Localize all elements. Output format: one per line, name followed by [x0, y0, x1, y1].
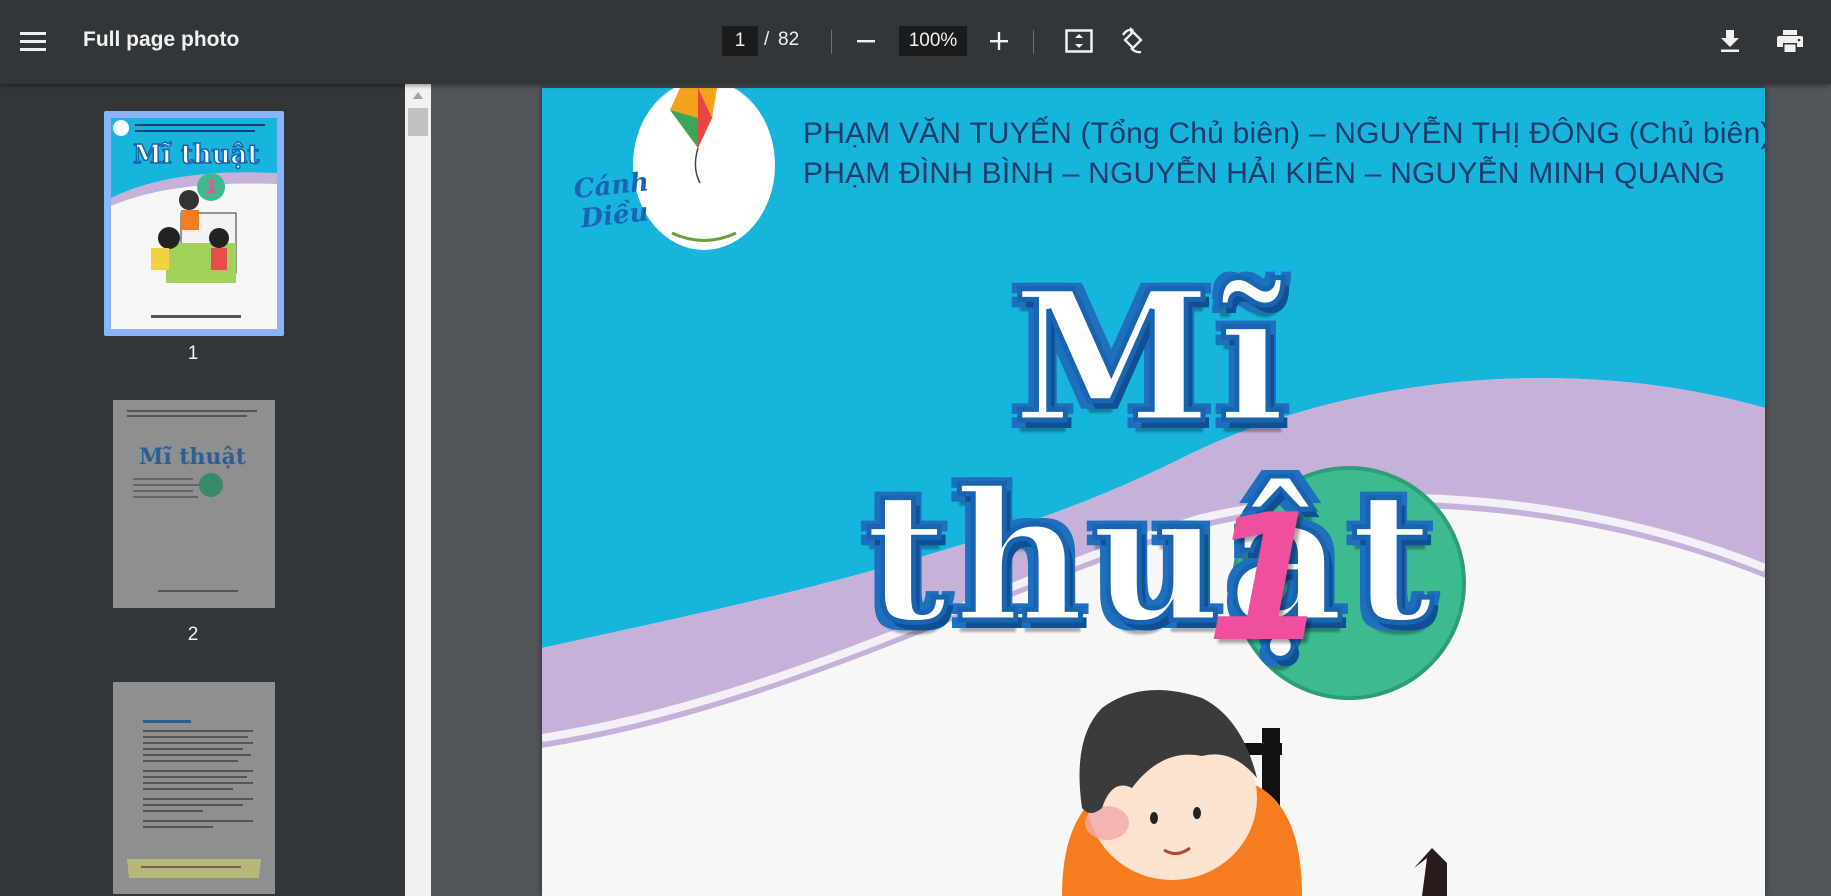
print-button[interactable] — [1770, 21, 1810, 61]
authors-block: PHẠM VĂN TUYẾN (Tổng Chủ biên) – NGUYỄN … — [803, 114, 1765, 194]
thumb-grade-number: 1 — [205, 176, 217, 198]
page-separator: / — [764, 29, 770, 50]
publisher-logo: Cánh Diều — [572, 167, 651, 235]
cover-thumbnail: Mĩ thuật 1 — [111, 118, 277, 329]
document-title: Full page photo — [83, 28, 240, 51]
authors-line-1: PHẠM VĂN TUYẾN (Tổng Chủ biên) – NGUYỄN … — [803, 117, 1765, 150]
thumb-page2-title: Mĩ thuật — [139, 444, 246, 470]
fit-to-page-icon — [1065, 29, 1093, 53]
plus-icon — [990, 32, 1008, 50]
rotate-icon — [1121, 27, 1143, 54]
scrollbar-thumb[interactable] — [408, 108, 428, 136]
sidebar-scrollbar[interactable] — [405, 84, 431, 896]
page-total: 82 — [778, 29, 800, 50]
zoom-input[interactable] — [899, 26, 967, 56]
toolbar-divider — [831, 30, 832, 54]
book-title: Mĩ thuật — [862, 252, 1440, 663]
thumbnail-page-1[interactable]: Mĩ thuật 1 — [104, 111, 284, 336]
thumbnail-page-3[interactable] — [113, 682, 275, 894]
toolbar: Full page photo / 82 — [0, 0, 1831, 84]
thumb-cover-title: Mĩ thuật — [132, 139, 260, 171]
scroll-up-button[interactable] — [405, 84, 431, 106]
download-button[interactable] — [1710, 21, 1750, 61]
authors-line-2: PHẠM ĐÌNH BÌNH – NGUYỄN HẢI KIÊN – NGUYỄ… — [803, 157, 1726, 190]
rotate-button[interactable] — [1113, 21, 1153, 61]
print-icon — [1777, 30, 1803, 52]
thumbnail-label: 2 — [187, 624, 199, 645]
triangle-up-icon — [413, 91, 423, 99]
download-icon — [1721, 30, 1739, 52]
thumbnail-page-2[interactable]: Mĩ thuật — [113, 400, 275, 608]
menu-icon — [20, 32, 46, 51]
menu-button[interactable] — [14, 22, 52, 60]
toolbar-divider — [1033, 30, 1034, 54]
zoom-out-button[interactable] — [850, 22, 882, 60]
thumbnail-label: 1 — [187, 343, 199, 364]
page-number-input[interactable] — [722, 26, 758, 56]
thumbnail-sidebar: Mĩ thuật 1 1 Mĩ thuật 2 — [0, 84, 405, 896]
document-page: Cánh Diều PHẠM VĂN TUYẾN (Tổng Chủ biên)… — [542, 88, 1765, 896]
fit-to-page-button[interactable] — [1060, 21, 1098, 61]
grade-number: 1 — [1206, 478, 1328, 681]
minus-icon — [857, 40, 875, 43]
zoom-in-button[interactable] — [982, 22, 1016, 60]
